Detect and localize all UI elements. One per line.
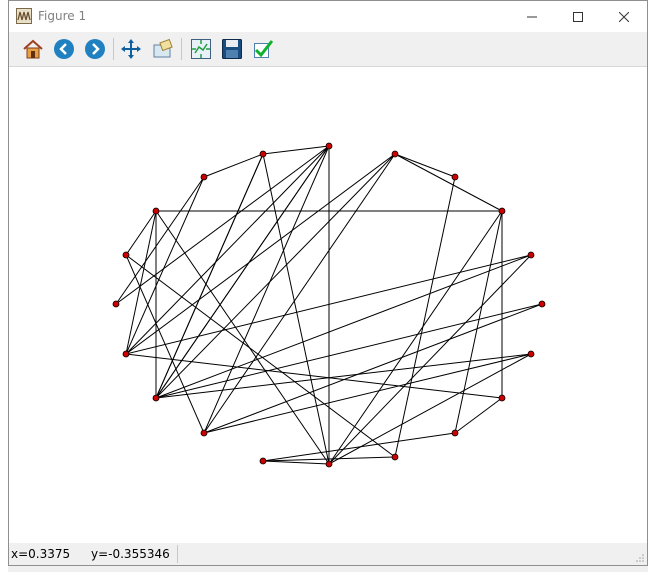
home-icon xyxy=(23,39,43,59)
graph-node xyxy=(498,207,506,215)
maximize-button[interactable] xyxy=(555,1,601,32)
graph-node xyxy=(451,429,459,437)
close-icon xyxy=(619,11,629,22)
graph-edge xyxy=(203,145,330,434)
toolbar xyxy=(9,32,647,67)
save-icon xyxy=(222,39,242,59)
figure-window: Figure 1 x=0.3375 y=-0.355346 xyxy=(8,0,648,566)
graph-node xyxy=(527,350,535,358)
graph-node xyxy=(259,457,267,465)
graph-node xyxy=(498,394,506,402)
graph-node xyxy=(538,300,546,308)
minimize-icon xyxy=(527,16,537,17)
graph-edge xyxy=(394,153,456,178)
graph-node xyxy=(200,429,208,437)
back-arrow-icon xyxy=(54,39,74,59)
matplotlib-icon xyxy=(16,8,32,24)
graph-edge xyxy=(328,254,532,465)
home-button[interactable] xyxy=(20,36,46,62)
status-bar: x=0.3375 y=-0.355346 xyxy=(9,543,647,565)
forward-button[interactable] xyxy=(82,36,108,62)
graph-node xyxy=(200,173,208,181)
graph-edge xyxy=(203,153,396,434)
graph-node xyxy=(152,394,160,402)
graph-edge xyxy=(262,153,330,465)
graph-node xyxy=(112,300,120,308)
background-right xyxy=(648,0,656,572)
network-graph xyxy=(112,142,546,468)
graph-edge xyxy=(155,145,330,399)
status-separator xyxy=(177,545,178,563)
graph-edge xyxy=(262,460,330,465)
graph-edge xyxy=(155,303,543,399)
close-button[interactable] xyxy=(601,1,647,32)
back-button[interactable] xyxy=(51,36,77,62)
edit-parameters-button[interactable] xyxy=(250,36,276,62)
figure-canvas[interactable] xyxy=(9,67,647,543)
graph-node xyxy=(259,150,267,158)
graph-edge xyxy=(262,432,456,462)
graph-edge xyxy=(394,176,456,458)
graph-edge xyxy=(454,397,503,434)
graph-node xyxy=(325,142,333,150)
graph-edge xyxy=(125,176,205,355)
minimize-button[interactable] xyxy=(509,1,555,32)
resize-grip-icon[interactable] xyxy=(635,553,645,563)
graph-node xyxy=(391,150,399,158)
edit-check-icon xyxy=(254,40,274,58)
graph-node xyxy=(122,350,130,358)
graph-edge xyxy=(155,210,330,465)
graph-edge xyxy=(203,353,532,434)
graph-node xyxy=(451,173,459,181)
toolbar-separator xyxy=(181,38,182,60)
window-title: Figure 1 xyxy=(38,9,87,23)
graph-edge xyxy=(328,210,503,465)
graph-node xyxy=(527,251,535,259)
graph-node xyxy=(325,460,333,468)
graph-node xyxy=(391,453,399,461)
graph-edge xyxy=(394,153,503,212)
maximize-icon xyxy=(573,11,583,22)
save-button[interactable] xyxy=(219,36,245,62)
forward-arrow-icon xyxy=(85,39,105,59)
graph-edge xyxy=(125,153,396,355)
graph-edge xyxy=(155,254,532,399)
graph-edge xyxy=(115,176,205,305)
cursor-y-readout: y=-0.355346 xyxy=(91,547,170,561)
graph-node xyxy=(122,251,130,259)
cursor-x-readout: x=0.3375 xyxy=(11,547,71,561)
configure-subplots-icon xyxy=(191,39,211,59)
graph-edge xyxy=(155,353,532,399)
toolbar-separator xyxy=(113,38,114,60)
background-left xyxy=(0,0,8,572)
pan-icon xyxy=(121,39,141,59)
pan-button[interactable] xyxy=(118,36,144,62)
zoom-button[interactable] xyxy=(150,36,176,62)
graph-node xyxy=(152,207,160,215)
graph-edge xyxy=(328,353,532,465)
graph-edge xyxy=(155,153,264,399)
graph-edge xyxy=(203,303,543,434)
zoom-icon xyxy=(153,38,173,58)
title-bar[interactable]: Figure 1 xyxy=(9,1,647,32)
configure-subplots-button[interactable] xyxy=(188,36,214,62)
